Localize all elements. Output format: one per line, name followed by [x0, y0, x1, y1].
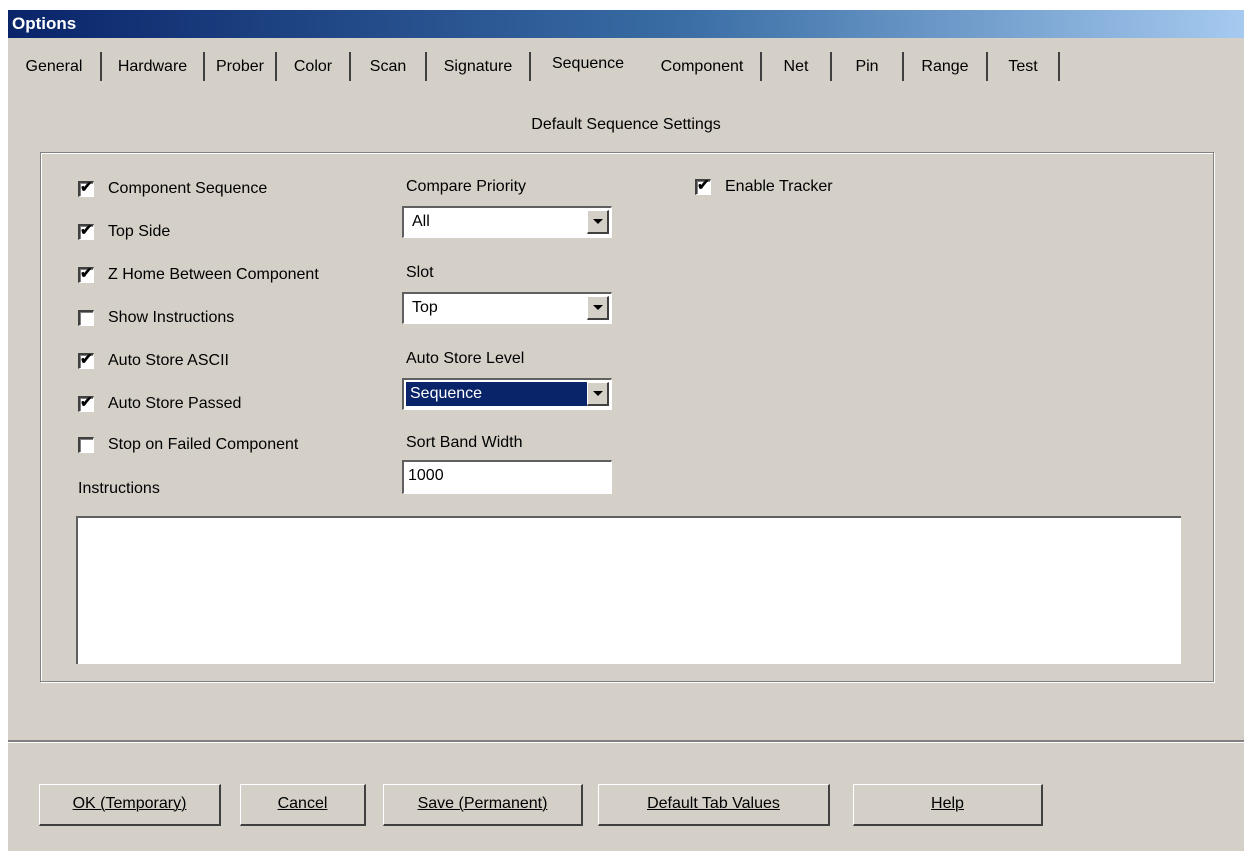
check-icon: ✔ [697, 177, 710, 194]
button-label: Save (Permanent) [417, 795, 548, 812]
chevron-down-icon[interactable] [587, 296, 609, 320]
tab-signature[interactable]: Signature [427, 52, 531, 81]
sort-band-width-input[interactable]: 1000 [402, 460, 612, 494]
ok-temporary-button[interactable]: OK (Temporary) [39, 784, 221, 826]
enable-tracker-checkbox[interactable]: ✔ Enable Tracker [695, 176, 833, 198]
checkbox-label: Auto Store ASCII [108, 352, 229, 369]
help-button[interactable]: Help [853, 784, 1043, 826]
button-label: Cancel [277, 795, 328, 812]
save-permanent-button[interactable]: Save (Permanent) [383, 784, 583, 826]
check-icon: ✔ [80, 265, 93, 282]
checkbox-box[interactable]: ✔ [78, 179, 94, 197]
sort-band-width-label: Sort Band Width [406, 434, 523, 451]
auto-store-level-label: Auto Store Level [406, 350, 525, 367]
tab-sequence[interactable]: Sequence [532, 49, 644, 84]
options-window: Options General Hardware Prober Color Sc… [8, 10, 1244, 851]
panel-heading: Default Sequence Settings [531, 116, 721, 133]
cancel-button[interactable]: Cancel [240, 784, 366, 826]
default-tab-values-button[interactable]: Default Tab Values [598, 784, 830, 826]
checkbox-label: Component Sequence [108, 180, 268, 197]
checkbox-label: Stop on Failed Component [108, 436, 299, 453]
chevron-down-icon[interactable] [587, 382, 609, 406]
selected-value: Sequence [406, 382, 590, 406]
auto-store-passed-checkbox[interactable]: ✔ Auto Store Passed [78, 393, 241, 415]
tab-component[interactable]: Component [644, 52, 762, 81]
tab-net[interactable]: Net [762, 52, 832, 81]
instructions-textarea[interactable] [76, 516, 1181, 664]
stop-on-failed-component-checkbox[interactable]: Stop on Failed Component [78, 434, 298, 456]
tab-range[interactable]: Range [904, 52, 988, 81]
check-icon: ✔ [80, 222, 93, 239]
checkbox-box[interactable] [78, 310, 94, 326]
separator [8, 740, 1244, 743]
button-label: OK (Temporary) [72, 795, 187, 812]
auto-store-level-select[interactable]: Sequence [402, 378, 612, 410]
slot-label: Slot [406, 264, 434, 281]
chevron-down-icon[interactable] [587, 210, 609, 234]
tab-test[interactable]: Test [988, 52, 1060, 81]
check-icon: ✔ [80, 179, 93, 196]
top-side-checkbox[interactable]: ✔ Top Side [78, 221, 170, 243]
check-icon: ✔ [80, 394, 93, 411]
checkbox-label: Show Instructions [108, 309, 235, 326]
title-bar[interactable]: Options [8, 10, 1244, 38]
button-label: Default Tab Values [647, 795, 780, 812]
tab-scan[interactable]: Scan [351, 52, 427, 81]
checkbox-box[interactable]: ✔ [78, 222, 94, 240]
checkbox-label: Z Home Between Component [108, 266, 319, 283]
compare-priority-select[interactable]: All [402, 206, 612, 238]
window-title: Options [12, 14, 77, 33]
selected-value: All [412, 213, 430, 230]
show-instructions-checkbox[interactable]: Show Instructions [78, 307, 234, 329]
checkbox-label: Auto Store Passed [108, 395, 242, 412]
instructions-label: Instructions [78, 480, 160, 497]
checkbox-box[interactable] [78, 437, 94, 453]
compare-priority-label: Compare Priority [406, 178, 527, 195]
checkbox-box[interactable]: ✔ [78, 265, 94, 283]
button-label: Help [931, 795, 964, 812]
checkbox-box[interactable]: ✔ [78, 351, 94, 369]
tab-strip: General Hardware Prober Color Scan Signa… [8, 40, 1244, 96]
selected-value: Top [412, 299, 438, 316]
component-sequence-checkbox[interactable]: ✔ Component Sequence [78, 178, 267, 200]
checkbox-box[interactable]: ✔ [695, 177, 711, 195]
checkbox-label: Enable Tracker [725, 178, 833, 195]
check-icon: ✔ [80, 351, 93, 368]
auto-store-ascii-checkbox[interactable]: ✔ Auto Store ASCII [78, 350, 229, 372]
slot-select[interactable]: Top [402, 292, 612, 324]
tab-pin[interactable]: Pin [832, 52, 904, 81]
tab-general[interactable]: General [8, 52, 102, 81]
checkbox-label: Top Side [108, 223, 171, 240]
checkbox-box[interactable]: ✔ [78, 394, 94, 412]
tab-hardware[interactable]: Hardware [102, 52, 205, 81]
tab-color[interactable]: Color [277, 52, 351, 81]
z-home-between-component-checkbox[interactable]: ✔ Z Home Between Component [78, 264, 319, 286]
tab-prober[interactable]: Prober [205, 52, 277, 81]
